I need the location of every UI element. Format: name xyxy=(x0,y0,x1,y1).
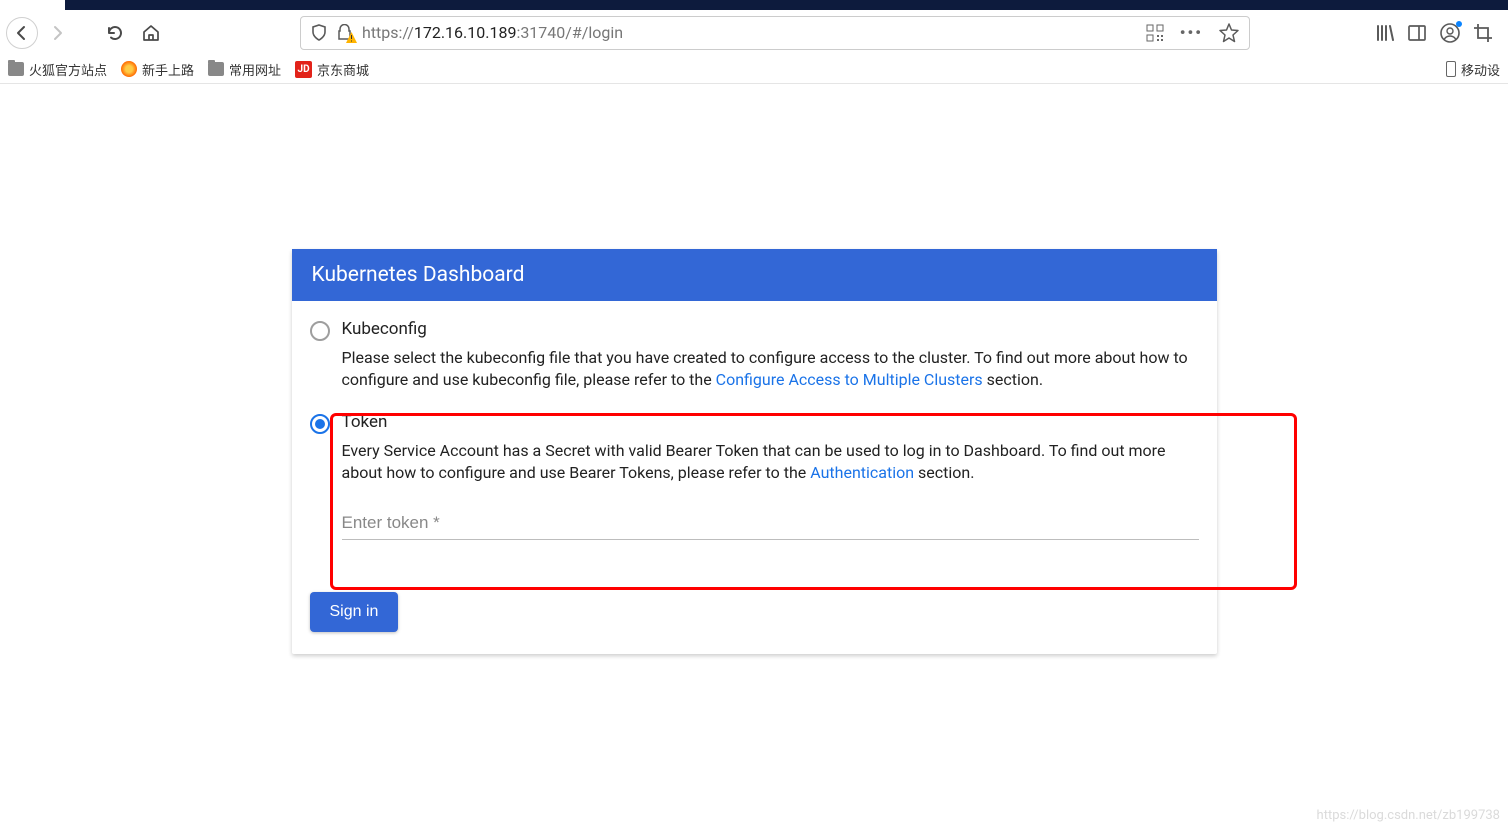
login-card: Kubernetes Dashboard Kubeconfig Please s… xyxy=(292,249,1217,654)
folder-icon xyxy=(8,62,24,76)
home-button[interactable] xyxy=(134,16,168,50)
option-token[interactable]: Token xyxy=(310,412,1199,434)
home-icon xyxy=(142,24,160,42)
bookmark-mobile[interactable]: 移动设 xyxy=(1446,60,1500,79)
page-actions-icon[interactable]: ••• xyxy=(1180,23,1203,42)
folder-icon xyxy=(208,62,224,76)
token-auth-link[interactable]: Authentication xyxy=(810,463,914,482)
sidebar-icon[interactable] xyxy=(1408,24,1426,42)
bookmark-label: 常用网址 xyxy=(229,60,281,79)
watermark: https://blog.csdn.net/zb199738 xyxy=(1317,808,1500,823)
reload-button[interactable] xyxy=(98,16,132,50)
card-title: Kubernetes Dashboard xyxy=(292,249,1217,301)
option-kubeconfig[interactable]: Kubeconfig xyxy=(310,319,1199,341)
address-bar[interactable]: https://172.16.10.189:31740/#/login ••• xyxy=(300,16,1250,50)
library-icon[interactable] xyxy=(1376,24,1394,42)
kubeconfig-label: Kubeconfig xyxy=(342,319,427,339)
bookmark-firefox-official[interactable]: 火狐官方站点 xyxy=(8,60,107,79)
crop-icon[interactable] xyxy=(1474,24,1492,42)
jd-icon: JD xyxy=(295,61,312,78)
bookmark-label: 火狐官方站点 xyxy=(29,60,107,79)
active-tab[interactable] xyxy=(0,0,65,10)
arrow-right-icon xyxy=(49,25,65,41)
mobile-icon xyxy=(1446,61,1456,77)
firefox-icon xyxy=(121,61,137,77)
radio-kubeconfig[interactable] xyxy=(310,321,330,341)
kubeconfig-description: Please select the kubeconfig file that y… xyxy=(310,347,1199,390)
forward-button xyxy=(40,16,74,50)
shield-icon xyxy=(311,24,327,42)
sign-in-button[interactable]: Sign in xyxy=(310,592,399,632)
bookmark-label: 京东商城 xyxy=(317,60,369,79)
kubeconfig-link[interactable]: Configure Access to Multiple Clusters xyxy=(716,370,983,389)
bookmark-label: 移动设 xyxy=(1461,60,1500,79)
window-titlebar xyxy=(0,0,1508,10)
bookmark-getting-started[interactable]: 新手上路 xyxy=(121,60,194,79)
lock-warning-icon xyxy=(337,24,352,41)
navigation-toolbar: https://172.16.10.189:31740/#/login ••• xyxy=(0,10,1508,55)
page-content: Kubernetes Dashboard Kubeconfig Please s… xyxy=(0,84,1508,654)
bookmark-label: 新手上路 xyxy=(142,60,194,79)
account-icon[interactable] xyxy=(1440,23,1460,43)
bookmark-common-sites[interactable]: 常用网址 xyxy=(208,60,281,79)
token-description: Every Service Account has a Secret with … xyxy=(310,440,1199,483)
reload-icon xyxy=(106,24,124,42)
url-text: https://172.16.10.189:31740/#/login xyxy=(362,23,1136,42)
bookmark-jd[interactable]: JD 京东商城 xyxy=(295,60,369,79)
bookmark-star-icon[interactable] xyxy=(1219,23,1239,43)
token-input[interactable] xyxy=(342,507,1199,540)
back-button[interactable] xyxy=(6,17,38,49)
radio-token[interactable] xyxy=(310,414,330,434)
qr-icon[interactable] xyxy=(1146,24,1164,42)
arrow-left-icon xyxy=(14,25,30,41)
token-label: Token xyxy=(342,412,388,432)
bookmarks-bar: 火狐官方站点 新手上路 常用网址 JD 京东商城 移动设 xyxy=(0,55,1508,84)
